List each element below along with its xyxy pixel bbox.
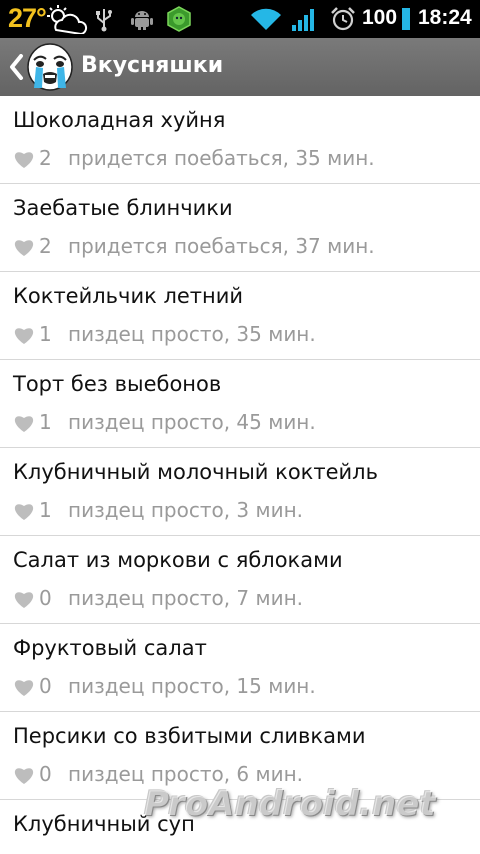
recipe-meta: пиздец просто, 6 мин. [68,762,304,786]
recipe-title: Салат из моркови с яблоками [13,548,343,572]
recipe-title: Клубничный суп [13,812,195,836]
temperature: 27° [8,3,47,33]
like-count: 0 [39,586,52,610]
heart-icon [14,592,34,608]
recipe-meta: пиздец просто, 45 мин. [68,410,316,434]
list-item[interactable]: Персики со взбитыми сливками 0 пиздец пр… [0,712,480,800]
recipe-title: Торт без выебонов [13,372,222,396]
recipe-meta: пиздец просто, 15 мин. [68,674,316,698]
recipe-list: Шоколадная хуйня 2 придется поебаться, 3… [0,96,480,854]
list-item[interactable]: Фруктовый салат 0 пиздец просто, 15 мин. [0,624,480,712]
status-bar: 27° 100 18:24 [0,0,480,38]
heart-icon [14,328,34,344]
recipe-title: Персики со взбитыми сливками [13,724,366,748]
battery-level: 100 [362,6,398,29]
recipe-title: Шоколадная хуйня [13,108,226,132]
crying-meme-face-icon[interactable] [25,42,75,92]
list-item[interactable]: Торт без выебонов 1 пиздец просто, 45 ми… [0,360,480,448]
heart-icon [14,416,34,432]
battery-icon [402,8,410,30]
recipe-title: Клубничный молочный коктейль [13,460,378,484]
recipe-meta: пиздец просто, 7 мин. [68,586,304,610]
recipe-title: Фруктовый салат [13,636,207,660]
like-count: 0 [39,762,52,786]
heart-icon [14,768,34,784]
alarm-clock-icon [331,7,355,31]
recipe-title: Заебатые блинчики [13,196,233,220]
like-count: 1 [39,410,52,434]
like-count: 0 [39,674,52,698]
like-count: 2 [39,234,52,258]
page-title: Вкусняшки [81,53,224,78]
like-count: 2 [39,146,52,170]
heart-icon [14,240,34,256]
recipe-meta: придется поебаться, 35 мин. [68,146,375,170]
green-app-icon [167,6,191,32]
list-item[interactable]: Клубничный суп [0,800,480,854]
chevron-left-icon[interactable] [8,54,24,80]
recipe-meta: пиздец просто, 35 мин. [68,322,316,346]
like-count: 1 [39,498,52,522]
android-debug-icon [131,11,153,30]
heart-icon [14,504,34,520]
heart-icon [14,680,34,696]
list-item[interactable]: Заебатые блинчики 2 придется поебаться, … [0,184,480,272]
signal-icon [292,9,314,31]
list-item[interactable]: Шоколадная хуйня 2 придется поебаться, 3… [0,96,480,184]
clock: 18:24 [418,6,472,29]
recipe-meta: придется поебаться, 37 мин. [68,234,375,258]
usb-icon [96,9,112,32]
heart-icon [14,152,34,168]
partly-cloudy-icon [47,5,88,34]
wifi-icon [251,8,281,31]
action-bar: Вкусняшки [0,38,480,96]
list-item[interactable]: Коктейльчик летний 1 пиздец просто, 35 м… [0,272,480,360]
recipe-meta: пиздец просто, 3 мин. [68,498,304,522]
list-item[interactable]: Клубничный молочный коктейль 1 пиздец пр… [0,448,480,536]
list-item[interactable]: Салат из моркови с яблоками 0 пиздец про… [0,536,480,624]
like-count: 1 [39,322,52,346]
recipe-title: Коктейльчик летний [13,284,244,308]
